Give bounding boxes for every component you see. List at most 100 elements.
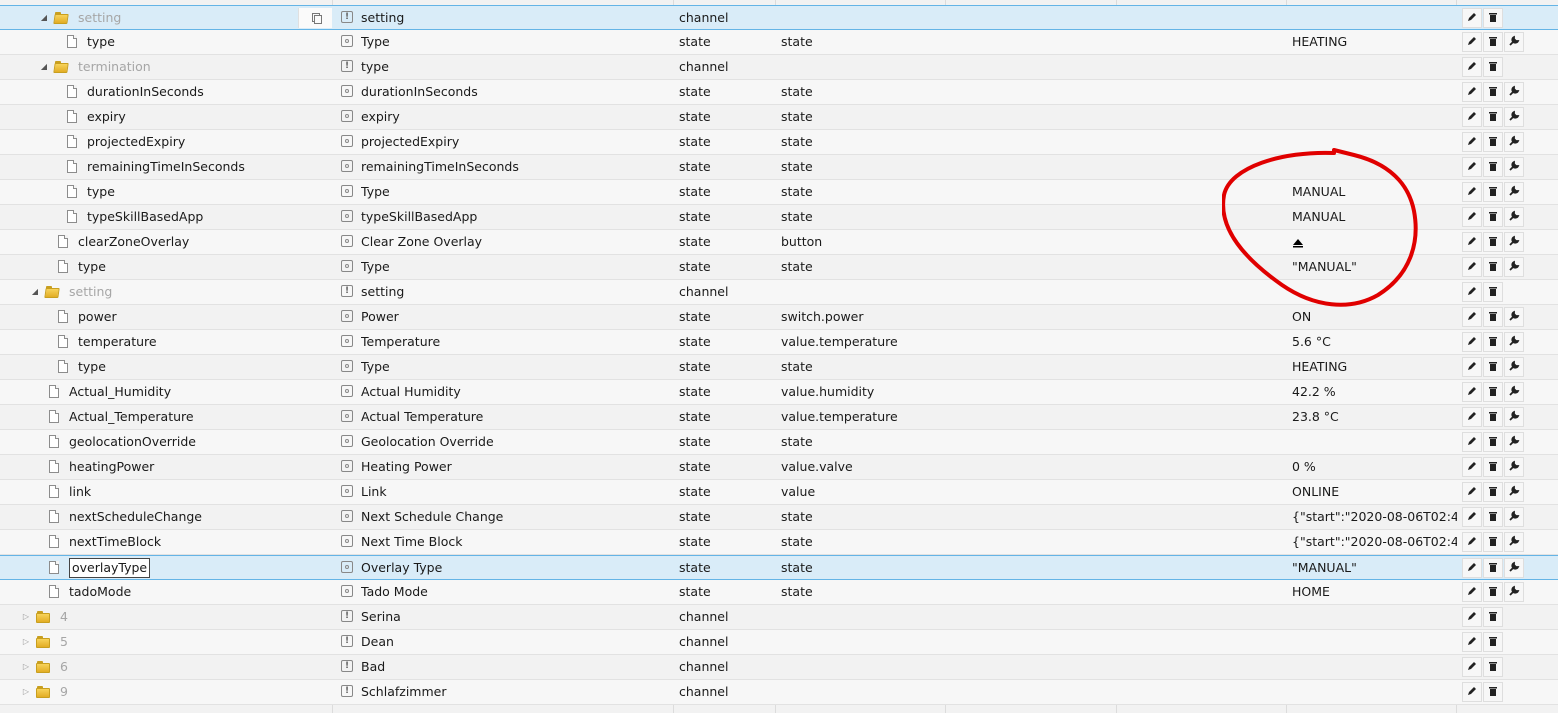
wrench-icon[interactable] <box>1504 432 1524 452</box>
trash-icon[interactable] <box>1483 682 1503 702</box>
object-value[interactable]: HEATING <box>1292 30 1457 54</box>
object-id-label[interactable]: termination <box>78 55 151 79</box>
trash-icon[interactable] <box>1483 482 1503 502</box>
object-id-label[interactable]: typeSkillBasedApp <box>87 205 203 229</box>
trash-icon[interactable] <box>1483 332 1503 352</box>
tree-row-state[interactable]: type Type state state "MANUAL" <box>0 255 1558 280</box>
tree-row-state[interactable]: Actual_Temperature Actual Temperature stat… <box>0 405 1558 430</box>
trash-icon[interactable] <box>1483 282 1503 302</box>
pencil-icon[interactable] <box>1462 482 1482 502</box>
tree-row-state[interactable]: overlayType Overlay Type state state "MANUAL… <box>0 555 1558 580</box>
object-id-label[interactable]: expiry <box>87 105 126 129</box>
pencil-icon[interactable] <box>1462 632 1482 652</box>
pencil-icon[interactable] <box>1462 307 1482 327</box>
pencil-icon[interactable] <box>1462 382 1482 402</box>
object-value[interactable]: "MANUAL" <box>1292 255 1457 279</box>
object-id-label[interactable]: geolocationOverride <box>69 430 196 454</box>
wrench-icon[interactable] <box>1504 132 1524 152</box>
object-id-label[interactable]: tadoMode <box>69 580 131 604</box>
trash-icon[interactable] <box>1483 232 1503 252</box>
pencil-icon[interactable] <box>1462 432 1482 452</box>
trash-icon[interactable] <box>1483 182 1503 202</box>
trash-icon[interactable] <box>1483 632 1503 652</box>
object-value[interactable]: HEATING <box>1292 355 1457 379</box>
object-value[interactable]: MANUAL <box>1292 180 1457 204</box>
trash-icon[interactable] <box>1483 257 1503 277</box>
object-id-label[interactable]: Actual_Temperature <box>69 405 194 429</box>
wrench-icon[interactable] <box>1504 232 1524 252</box>
object-id-label[interactable]: durationInSeconds <box>87 80 204 104</box>
object-id-label[interactable]: 4 <box>60 605 68 629</box>
tree-row-state[interactable]: typeSkillBasedApp typeSkillBasedApp state s… <box>0 205 1558 230</box>
pencil-icon[interactable] <box>1462 8 1482 28</box>
trash-icon[interactable] <box>1483 432 1503 452</box>
trash-icon[interactable] <box>1483 657 1503 677</box>
trash-icon[interactable] <box>1483 357 1503 377</box>
pencil-icon[interactable] <box>1462 232 1482 252</box>
trash-icon[interactable] <box>1483 157 1503 177</box>
tree-row-state[interactable]: type Type state state MANUAL <box>0 180 1558 205</box>
pencil-icon[interactable] <box>1462 582 1482 602</box>
object-id-label[interactable]: nextTimeBlock <box>69 530 161 554</box>
object-value[interactable]: ONLINE <box>1292 480 1457 504</box>
object-id-label[interactable]: temperature <box>78 330 157 354</box>
trash-icon[interactable] <box>1483 107 1503 127</box>
copy-icon[interactable] <box>298 8 332 28</box>
object-id-label[interactable]: type <box>78 355 106 379</box>
tree-row-state[interactable]: nextScheduleChange Next Schedule Change st… <box>0 505 1558 530</box>
object-value[interactable]: HOME <box>1292 580 1457 604</box>
pencil-icon[interactable] <box>1462 32 1482 52</box>
wrench-icon[interactable] <box>1504 32 1524 52</box>
tree-row-state[interactable]: Actual_Humidity Actual Humidity state value… <box>0 380 1558 405</box>
object-id-label[interactable]: 9 <box>60 680 68 704</box>
object-id-label[interactable]: projectedExpiry <box>87 130 185 154</box>
object-id-label[interactable]: power <box>78 305 117 329</box>
wrench-icon[interactable] <box>1504 507 1524 527</box>
pencil-icon[interactable] <box>1462 357 1482 377</box>
object-id-label[interactable]: setting <box>69 280 112 304</box>
object-value[interactable]: 0 % <box>1292 455 1457 479</box>
tree-row-channel[interactable]: ◢ setting setting channel <box>0 280 1558 305</box>
wrench-icon[interactable] <box>1504 558 1524 578</box>
object-id-label[interactable]: type <box>78 255 106 279</box>
trash-icon[interactable] <box>1483 32 1503 52</box>
trash-icon[interactable] <box>1483 507 1503 527</box>
trash-icon[interactable] <box>1483 457 1503 477</box>
tree-row-state[interactable]: geolocationOverride Geolocation Override s… <box>0 430 1558 455</box>
trash-icon[interactable] <box>1483 382 1503 402</box>
wrench-icon[interactable] <box>1504 457 1524 477</box>
wrench-icon[interactable] <box>1504 332 1524 352</box>
object-value[interactable]: MANUAL <box>1292 205 1457 229</box>
collapse-arrow-icon[interactable]: ◢ <box>38 55 50 79</box>
pencil-icon[interactable] <box>1462 207 1482 227</box>
tree-row-state[interactable]: projectedExpiry projectedExpiry state state <box>0 130 1558 155</box>
wrench-icon[interactable] <box>1504 107 1524 127</box>
wrench-icon[interactable] <box>1504 382 1524 402</box>
wrench-icon[interactable] <box>1504 207 1524 227</box>
trash-icon[interactable] <box>1483 607 1503 627</box>
pencil-icon[interactable] <box>1462 682 1482 702</box>
object-id-label[interactable]: 5 <box>60 630 68 654</box>
tree-row-channel[interactable]: ▷6Badchannel <box>0 655 1558 680</box>
wrench-icon[interactable] <box>1504 407 1524 427</box>
tree-row-state[interactable]: nextTimeBlock Next Time Block state state {"… <box>0 530 1558 555</box>
expand-arrow-icon[interactable]: ▷ <box>20 680 32 704</box>
wrench-icon[interactable] <box>1504 157 1524 177</box>
object-value[interactable]: 5.6 °C <box>1292 330 1457 354</box>
pencil-icon[interactable] <box>1462 507 1482 527</box>
trash-icon[interactable] <box>1483 582 1503 602</box>
wrench-icon[interactable] <box>1504 532 1524 552</box>
trash-icon[interactable] <box>1483 532 1503 552</box>
pencil-icon[interactable] <box>1462 182 1482 202</box>
wrench-icon[interactable] <box>1504 482 1524 502</box>
tree-row-state[interactable]: link Link state value ONLINE <box>0 480 1558 505</box>
wrench-icon[interactable] <box>1504 182 1524 202</box>
object-id-label[interactable]: type <box>87 30 115 54</box>
trash-icon[interactable] <box>1483 558 1503 578</box>
wrench-icon[interactable] <box>1504 357 1524 377</box>
pencil-icon[interactable] <box>1462 107 1482 127</box>
object-id-label[interactable]: remainingTimeInSeconds <box>87 155 245 179</box>
trash-icon[interactable] <box>1483 307 1503 327</box>
expand-arrow-icon[interactable]: ▷ <box>20 630 32 654</box>
pencil-icon[interactable] <box>1462 657 1482 677</box>
